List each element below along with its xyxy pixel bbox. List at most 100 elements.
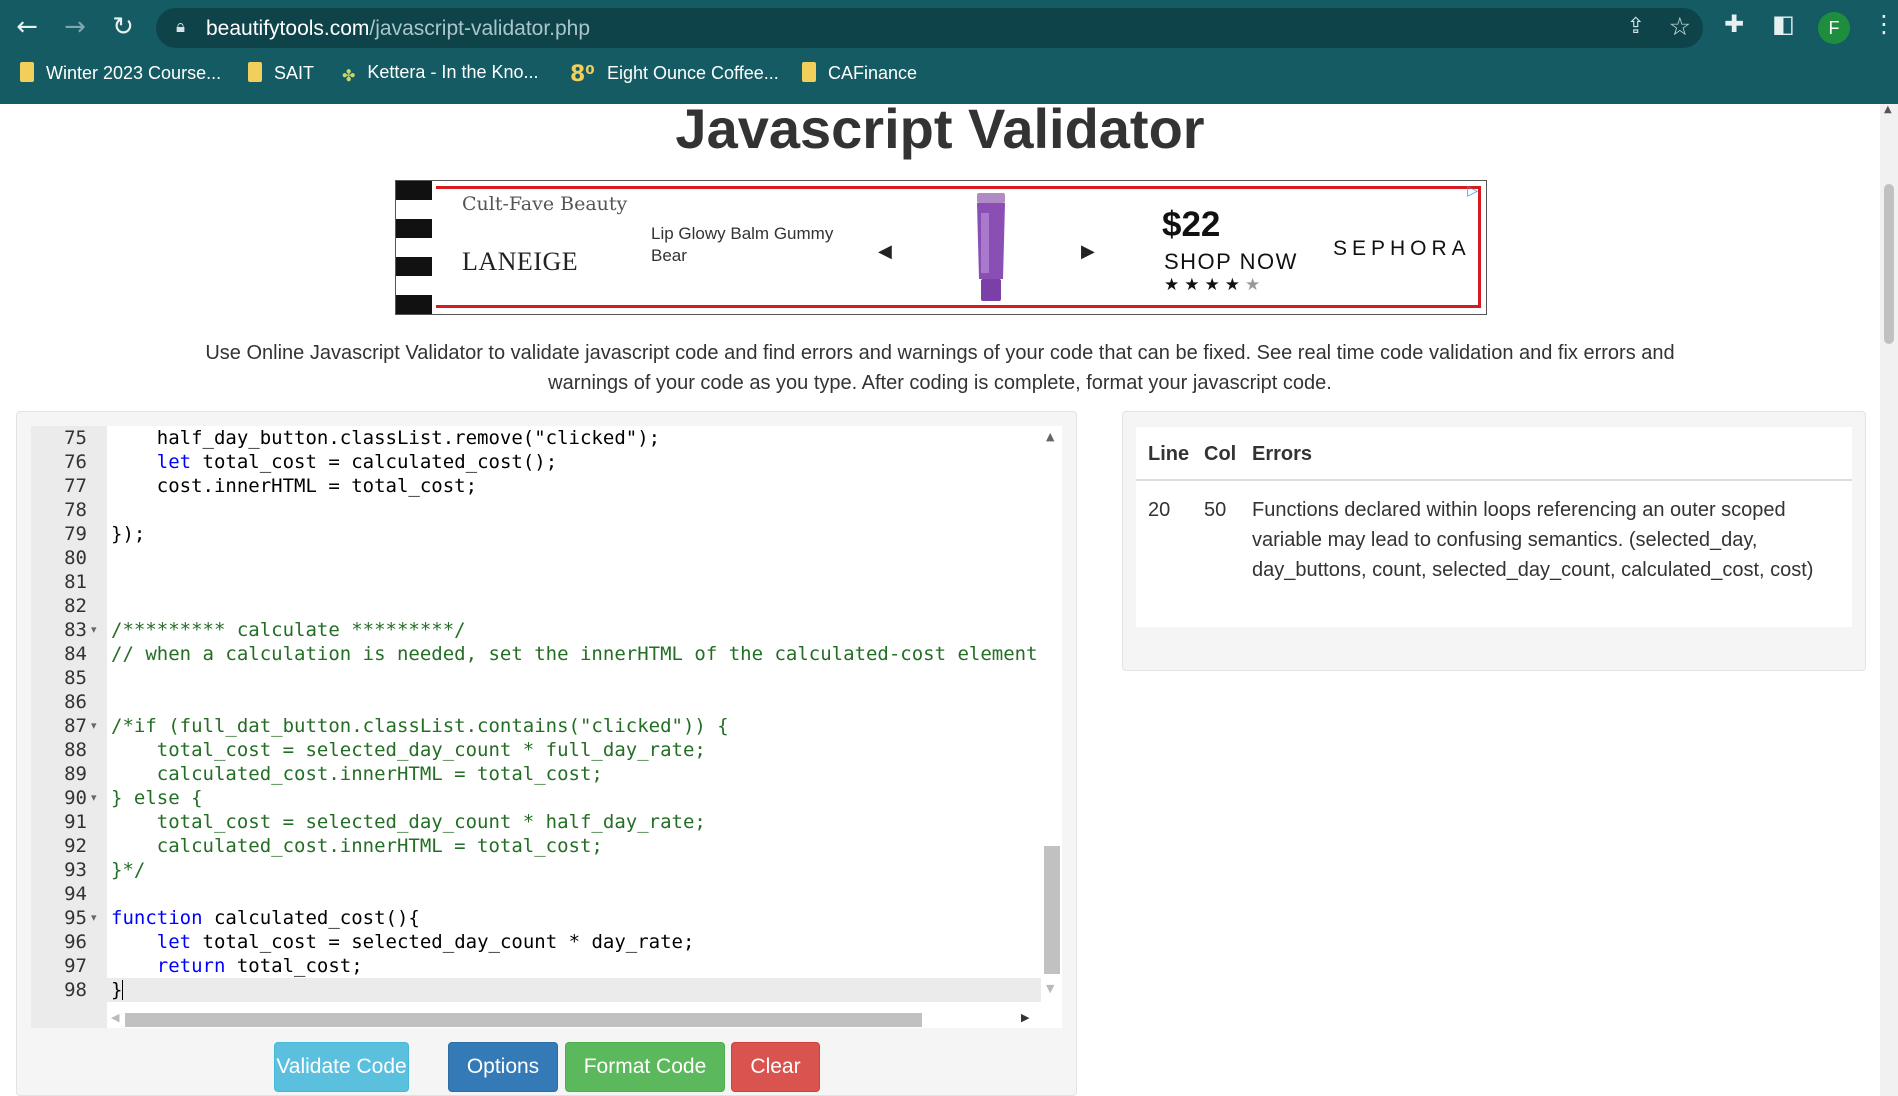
ad-next-arrow-icon[interactable]: ▶	[1081, 241, 1095, 262]
code-line[interactable]: 86	[31, 690, 1041, 714]
bookmark-item[interactable]: 8⁰ Eight Ounce Coffee...	[570, 62, 779, 87]
code-text[interactable]: /********* calculate *********/	[111, 618, 466, 642]
page-scrollbar[interactable]: ▲	[1880, 104, 1898, 1096]
code-text[interactable]: } else {	[111, 786, 203, 810]
line-number: 96	[64, 931, 87, 953]
code-line[interactable]: 93}*/	[31, 858, 1041, 882]
line-number: 76	[64, 451, 87, 473]
bookmark-item[interactable]: ✤ Kettera - In the Kno...	[342, 62, 539, 86]
code-text[interactable]: total_cost = selected_day_count * full_d…	[111, 738, 706, 762]
code-text[interactable]: half_day_button.classList.remove("clicke…	[111, 426, 660, 450]
url-text[interactable]: beautifytools.com/javascript-validator.p…	[206, 17, 590, 41]
fold-arrow-icon[interactable]: ▾	[91, 906, 97, 930]
eight-ounce-logo-icon: 8⁰	[570, 62, 595, 87]
code-text[interactable]: let total_cost = calculated_cost();	[111, 450, 557, 474]
clear-button[interactable]: Clear	[731, 1042, 820, 1092]
format-code-button[interactable]: Format Code	[565, 1042, 725, 1092]
bookmark-item[interactable]: Winter 2023 Course...	[20, 62, 221, 84]
back-arrow-icon[interactable]: ←	[10, 10, 44, 44]
code-editor[interactable]: 75 half_day_button.classList.remove("cli…	[31, 426, 1062, 1028]
code-line[interactable]: 78	[31, 498, 1041, 522]
profile-avatar[interactable]: F	[1818, 12, 1850, 44]
line-number: 83	[64, 619, 87, 641]
ad-shop-now[interactable]: SHOP NOW	[1164, 249, 1298, 275]
extensions-icon[interactable]: ✚	[1724, 10, 1744, 38]
scroll-down-icon[interactable]: ▼	[1046, 982, 1054, 995]
code-line[interactable]: 82	[31, 594, 1041, 618]
code-line[interactable]: 77 cost.innerHTML = total_cost;	[31, 474, 1041, 498]
scroll-up-icon[interactable]: ▲	[1884, 104, 1892, 115]
code-text[interactable]: /*if (full_dat_button.classList.contains…	[111, 714, 729, 738]
scrollbar-thumb[interactable]	[1044, 846, 1060, 974]
fold-arrow-icon[interactable]: ▾	[91, 786, 97, 810]
line-number: 82	[64, 595, 87, 617]
advertisement-banner[interactable]: Cult-Fave Beauty LANEIGE Lip Glowy Balm …	[395, 180, 1487, 315]
bookmark-star-icon[interactable]: ☆	[1669, 12, 1691, 41]
line-number: 86	[64, 691, 87, 713]
code-line[interactable]: 85	[31, 666, 1041, 690]
ad-brand: LANEIGE	[462, 247, 579, 276]
forward-arrow-icon[interactable]: →	[58, 10, 92, 44]
code-line[interactable]: 98}	[31, 978, 1041, 1002]
code-text[interactable]: calculated_cost.innerHTML = total_cost;	[111, 762, 603, 786]
code-line[interactable]: 87 ▾ /*if (full_dat_button.classList.conta…	[31, 714, 1041, 738]
code-line[interactable]: 96 let total_cost = selected_day_count *…	[31, 930, 1041, 954]
share-icon[interactable]: ⇪	[1627, 14, 1645, 39]
code-text[interactable]: return total_cost;	[111, 954, 363, 978]
address-bar[interactable]: 🔒︎ beautifytools.com/javascript-validato…	[156, 8, 1703, 48]
code-line[interactable]: 83 ▾ /********* calculate *********/	[31, 618, 1041, 642]
folder-icon	[802, 62, 816, 82]
scroll-up-icon[interactable]: ▲	[1046, 430, 1054, 443]
bookmark-item[interactable]: SAIT	[248, 62, 314, 84]
code-line[interactable]: 94	[31, 882, 1041, 906]
code-line[interactable]: 80	[31, 546, 1041, 570]
reload-icon[interactable]: ↻	[106, 10, 140, 44]
error-col: 50	[1204, 499, 1227, 521]
scroll-right-icon[interactable]: ▶	[1021, 1011, 1029, 1024]
code-text[interactable]: total_cost = selected_day_count * half_d…	[111, 810, 706, 834]
code-line[interactable]: 97 return total_cost;	[31, 954, 1041, 978]
line-number: 87	[64, 715, 87, 737]
scrollbar-thumb[interactable]	[125, 1013, 922, 1027]
code-text[interactable]: function calculated_cost(){	[111, 906, 420, 930]
editor-horizontal-scrollbar[interactable]: ◀ ▶	[107, 1010, 1041, 1028]
browser-menu-icon[interactable]: ⋮	[1872, 10, 1896, 38]
ad-tagline: Cult-Fave Beauty	[462, 193, 628, 215]
code-text[interactable]: // when a calculation is needed, set the…	[111, 642, 1038, 666]
line-number: 88	[64, 739, 87, 761]
adchoices-icon[interactable]: ▷	[1467, 183, 1478, 199]
code-text[interactable]: calculated_cost.innerHTML = total_cost;	[111, 834, 603, 858]
code-line[interactable]: 95 ▾ function calculated_cost(){	[31, 906, 1041, 930]
code-line[interactable]: 91 total_cost = selected_day_count * hal…	[31, 810, 1041, 834]
code-line[interactable]: 75 half_day_button.classList.remove("cli…	[31, 426, 1041, 450]
code-text[interactable]: });	[111, 522, 145, 546]
code-text[interactable]: }*/	[111, 858, 145, 882]
code-line[interactable]: 90 ▾} else {	[31, 786, 1041, 810]
fold-arrow-icon[interactable]: ▾	[91, 714, 97, 738]
code-line[interactable]: 89 calculated_cost.innerHTML = total_cos…	[31, 762, 1041, 786]
line-number: 77	[64, 475, 87, 497]
code-text[interactable]: }	[111, 978, 124, 1002]
bookmark-item[interactable]: CAFinance	[802, 62, 917, 84]
side-panel-icon[interactable]: ◧	[1772, 10, 1795, 38]
ad-prev-arrow-icon[interactable]: ◀	[878, 241, 892, 262]
validate-code-button[interactable]: Validate Code	[274, 1042, 409, 1092]
code-line[interactable]: 81	[31, 570, 1041, 594]
editor-vertical-scrollbar[interactable]: ▲ ▼	[1041, 426, 1062, 1010]
options-button[interactable]: Options	[448, 1042, 558, 1092]
table-row[interactable]: 20 50 Functions declared within loops re…	[1136, 481, 1852, 627]
ad-stripes	[396, 181, 432, 314]
code-line[interactable]: 76 let total_cost = calculated_cost();	[31, 450, 1041, 474]
code-line[interactable]: 92 calculated_cost.innerHTML = total_cos…	[31, 834, 1041, 858]
scrollbar-thumb[interactable]	[1884, 184, 1894, 344]
code-line[interactable]: 79});	[31, 522, 1041, 546]
line-number: 95	[64, 907, 87, 929]
errors-table: Line Col Errors 20 50 Functions declared…	[1136, 427, 1852, 627]
code-line[interactable]: 88 total_cost = selected_day_count * ful…	[31, 738, 1041, 762]
lip-balm-tube-icon	[977, 193, 1005, 301]
code-line[interactable]: 84 // when a calculation is needed, set t…	[31, 642, 1041, 666]
scroll-left-icon[interactable]: ◀	[111, 1011, 119, 1024]
code-text[interactable]: cost.innerHTML = total_cost;	[111, 474, 477, 498]
fold-arrow-icon[interactable]: ▾	[91, 618, 97, 642]
code-text[interactable]: let total_cost = selected_day_count * da…	[111, 930, 695, 954]
